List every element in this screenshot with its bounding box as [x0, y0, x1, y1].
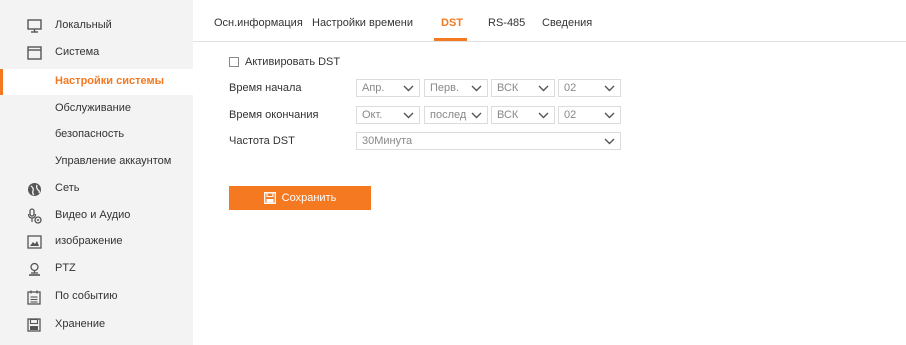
start-week-value: Перв.	[430, 82, 460, 94]
start-hour-select[interactable]: 02	[558, 79, 621, 97]
sidebar-item-events[interactable]: По событию	[0, 284, 193, 310]
sidebar-item-label: Система	[55, 46, 100, 58]
sidebar-item-maintenance[interactable]: Обслуживание	[0, 96, 193, 122]
sidebar-item-network[interactable]: Сеть	[0, 176, 193, 202]
start-day-value: ВСК	[497, 82, 519, 94]
chevron-down-icon	[604, 138, 615, 145]
start-time-label: Время начала	[229, 82, 302, 94]
save-button[interactable]: Сохранить	[229, 186, 371, 210]
chevron-down-icon	[604, 85, 615, 92]
sidebar-item-label: Видео и Аудио	[55, 209, 131, 221]
tab-bar: Осн.информация Настройки времени DST RS-…	[193, 0, 906, 42]
chevron-down-icon	[604, 112, 615, 119]
chevron-down-icon	[471, 112, 482, 119]
tab-dst[interactable]: DST	[441, 17, 463, 29]
end-time-label: Время окончания	[229, 109, 319, 121]
chevron-down-icon	[538, 85, 549, 92]
tab-rs485[interactable]: RS-485	[488, 17, 525, 29]
save-button-label: Сохранить	[281, 192, 337, 204]
dst-bias-value: 30Минута	[362, 135, 413, 147]
dst-bias-label: Частота DST	[229, 135, 295, 147]
sidebar-item-label: Локальный	[55, 19, 112, 31]
ptz-camera-icon	[26, 261, 42, 277]
globe-icon	[26, 181, 42, 197]
system-window-icon	[26, 45, 42, 61]
active-tab-indicator	[434, 38, 467, 41]
start-week-select[interactable]: Перв.	[424, 79, 488, 97]
sidebar-item-label: безопасность	[55, 128, 125, 140]
end-hour-value: 02	[564, 109, 577, 121]
chevron-down-icon	[403, 112, 414, 119]
chevron-down-icon	[471, 85, 482, 92]
start-month-value: Апр.	[362, 82, 385, 94]
sidebar-item-label: изображение	[55, 235, 123, 247]
enable-dst-label: Активировать DST	[245, 56, 341, 68]
dst-bias-select[interactable]: 30Минута	[356, 132, 621, 150]
enable-dst-checkbox[interactable]	[229, 57, 239, 67]
sidebar-item-image[interactable]: изображение	[0, 229, 193, 255]
end-month-value: Окт.	[362, 109, 383, 121]
start-month-select[interactable]: Апр.	[356, 79, 420, 97]
sidebar-item-system[interactable]: Система	[0, 40, 193, 66]
tab-info[interactable]: Сведения	[542, 17, 592, 29]
end-hour-select[interactable]: 02	[558, 106, 621, 124]
sidebar-item-system-settings[interactable]: Настройки системы	[0, 69, 193, 95]
sidebar-item-local[interactable]: Локальный	[0, 13, 193, 39]
sidebar-item-label: По событию	[55, 290, 118, 302]
start-day-select[interactable]: ВСК	[491, 79, 555, 97]
end-week-value: послед	[430, 109, 467, 121]
end-day-select[interactable]: ВСК	[491, 106, 555, 124]
sidebar-item-label: Обслуживание	[55, 102, 131, 114]
enable-dst-row: Активировать DST	[229, 56, 340, 68]
sidebar-item-label: Хранение	[55, 318, 106, 330]
save-disk-icon	[263, 192, 276, 204]
tab-time-settings[interactable]: Настройки времени	[312, 17, 413, 29]
sidebar-item-storage[interactable]: Хранение	[0, 312, 193, 338]
sidebar-item-ptz[interactable]: PTZ	[0, 256, 193, 282]
sidebar: Локальный Система Настройки системы Обсл…	[0, 0, 193, 345]
end-week-select[interactable]: послед	[424, 106, 488, 124]
start-hour-value: 02	[564, 82, 577, 94]
sidebar-item-security[interactable]: безопасность	[0, 122, 193, 148]
mic-video-icon	[26, 208, 42, 224]
end-day-value: ВСК	[497, 109, 519, 121]
sidebar-item-label: Настройки системы	[55, 75, 164, 87]
sidebar-item-video-audio[interactable]: Видео и Аудио	[0, 203, 193, 229]
storage-disk-icon	[26, 317, 42, 333]
calendar-event-icon	[26, 289, 42, 305]
sidebar-item-label: Сеть	[55, 182, 80, 194]
sidebar-item-label: Управление аккаунтом	[55, 155, 172, 167]
sidebar-item-label: PTZ	[55, 262, 76, 274]
sidebar-item-account-management[interactable]: Управление аккаунтом	[0, 149, 193, 175]
chevron-down-icon	[403, 85, 414, 92]
image-icon	[26, 234, 42, 250]
chevron-down-icon	[538, 112, 549, 119]
end-month-select[interactable]: Окт.	[356, 106, 420, 124]
tab-basic-info[interactable]: Осн.информация	[214, 17, 303, 29]
monitor-icon	[26, 18, 42, 34]
